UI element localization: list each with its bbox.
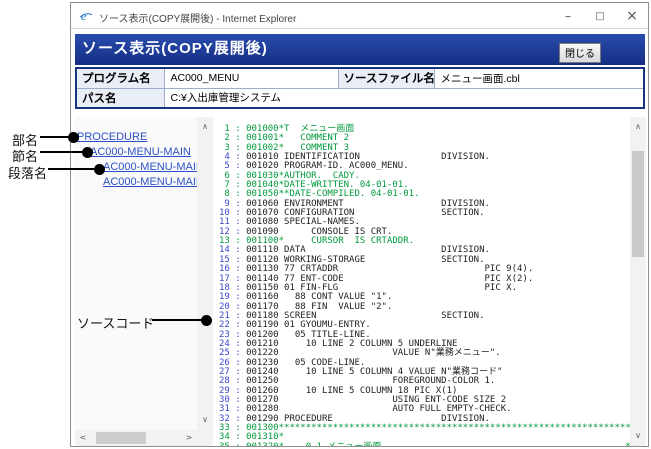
program-info-table: プログラム名 AC000_MENU ソースファイル名 メニュー画面.cbl パス… (75, 67, 645, 109)
scroll-left-icon[interactable]: < (75, 431, 91, 445)
window-controls: – □ × (552, 3, 648, 29)
program-name-value: AC000_MENU (163, 67, 339, 89)
annotation-sourcecode-dot (201, 315, 212, 326)
annotation-division-dot (68, 132, 79, 143)
page-header: ソース表示(COPY展開後) 閉じる (75, 34, 645, 65)
window-title: ソース表示(COPY展開後) - Internet Explorer (99, 14, 297, 25)
program-name-label: プログラム名 (75, 67, 165, 89)
table-row: プログラム名 AC000_MENU ソースファイル名 メニュー画面.cbl (75, 67, 645, 89)
scrollbar-corner (197, 430, 213, 446)
nav-link[interactable]: AC000-MENU-MAIN (75, 145, 197, 160)
annotation-paragraph-dot (94, 164, 105, 175)
source-pane: 1 : 001000*T メニュー画面 2 : 001001* COMMENT … (213, 117, 646, 446)
close-window-button[interactable]: × (616, 3, 648, 29)
source-code: 1 : 001000*T メニュー画面 2 : 001001* COMMENT … (213, 117, 630, 446)
path-name-label: パス名 (75, 87, 165, 109)
annotation-sourcecode-label: ソースコード (77, 316, 155, 331)
path-name-value: C:¥入出庫管理システム (163, 87, 645, 109)
scroll-up-icon[interactable]: ∧ (630, 120, 646, 134)
source-file-value: メニュー画面.cbl (433, 67, 645, 89)
scroll-down-icon[interactable]: ∨ (197, 413, 213, 427)
annotation-sourcecode-line (152, 319, 204, 321)
scroll-down-icon[interactable]: ∨ (630, 429, 646, 443)
close-page-button[interactable]: 閉じる (559, 43, 601, 63)
source-vertical-scrollbar[interactable]: ∧ ∨ (630, 117, 646, 446)
minimize-button[interactable]: – (552, 3, 584, 29)
nav-vertical-scrollbar[interactable]: ∧ ∨ (197, 117, 213, 430)
annotation-section-line (40, 151, 85, 153)
scroll-right-icon[interactable]: > (181, 431, 197, 445)
code-line: 35 : 001320* 0.1 メニュー画面 * (219, 442, 630, 446)
maximize-button[interactable]: □ (584, 3, 616, 29)
annotation-paragraph-label: 段落名 (8, 166, 48, 181)
nav-horizontal-scrollbar[interactable]: < > (75, 430, 197, 446)
table-row: パス名 C:¥入出庫管理システム (75, 87, 645, 109)
nav-list: PROCEDURE AC000-MENU-MAIN AC000-MENU-MAIN A… (75, 117, 197, 430)
vertical-scroll-thumb[interactable] (632, 151, 644, 257)
scroll-up-icon[interactable]: ∧ (197, 120, 213, 134)
annotation-section-dot (82, 147, 93, 158)
source-file-label: ソースファイル名 (337, 67, 435, 89)
internet-explorer-icon: e (79, 9, 93, 23)
nav-link[interactable]: AC000-MENU-MAIN (75, 175, 197, 190)
ie-window: e ソース表示(COPY展開後) - Internet Explorer – □… (70, 2, 649, 447)
title-bar: e ソース表示(COPY展開後) - Internet Explorer – □… (71, 3, 648, 29)
horizontal-scroll-thumb[interactable] (96, 432, 146, 444)
page-title: ソース表示(COPY展開後) (82, 40, 268, 57)
nav-link[interactable]: PROCEDURE (75, 130, 197, 145)
annotation-paragraph-line (48, 168, 98, 170)
